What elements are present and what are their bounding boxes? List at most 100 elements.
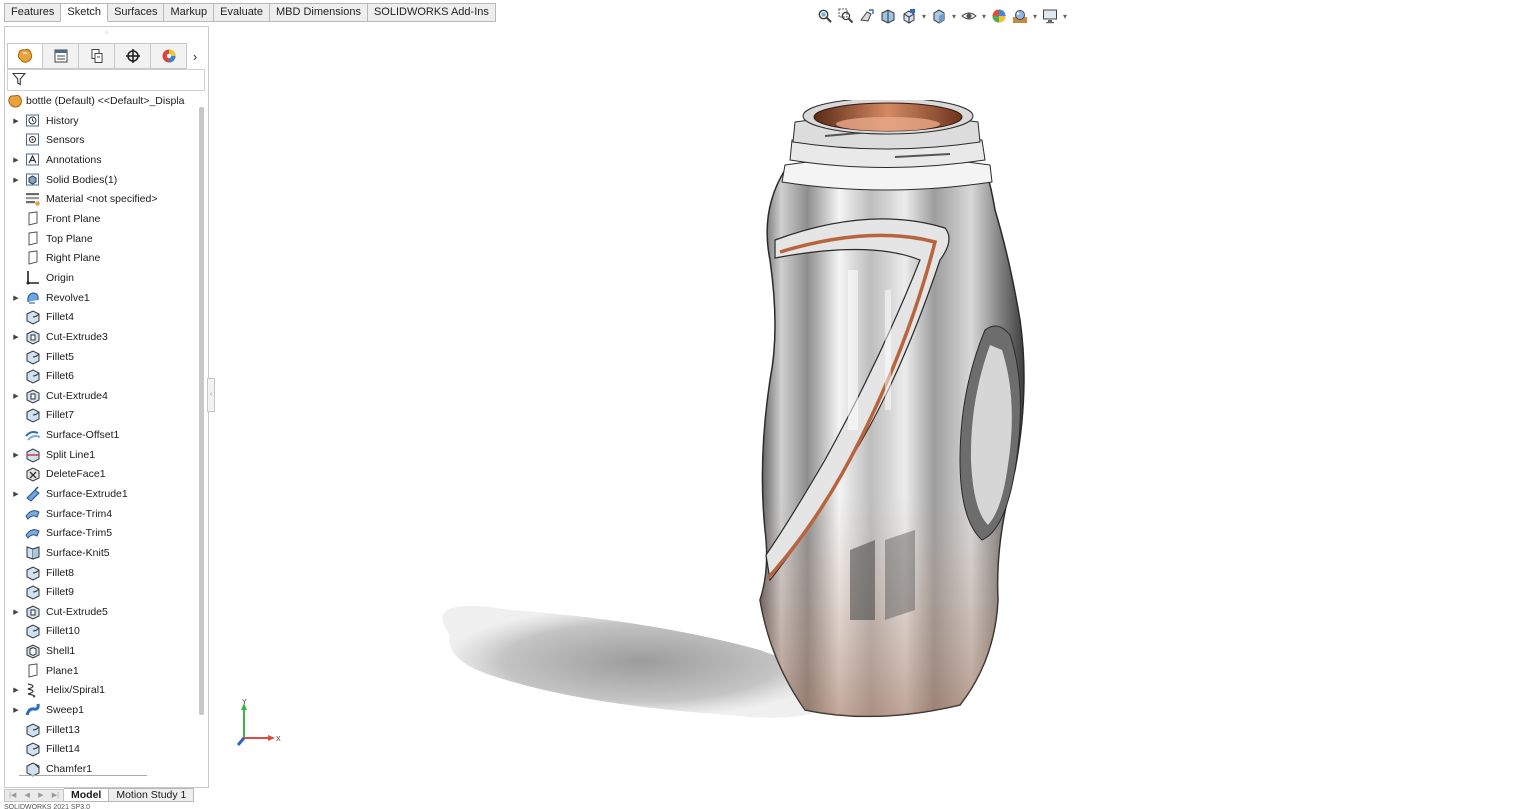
bottle-model-render[interactable] <box>430 100 1050 730</box>
expand-spacer <box>7 191 25 207</box>
next-tab-icon[interactable]: ▶ <box>38 791 43 799</box>
apply-scene-icon[interactable] <box>1010 6 1030 26</box>
displaymanager-tab[interactable] <box>151 43 187 69</box>
first-tab-icon[interactable]: |◀ <box>9 791 16 799</box>
tree-item-plane1[interactable]: Plane1 <box>7 661 199 681</box>
tab-evaluate[interactable]: Evaluate <box>214 3 270 22</box>
expand-arrow-icon[interactable]: ▶ <box>7 113 25 129</box>
expand-spacer <box>7 506 25 522</box>
dimxpertmanager-tab[interactable] <box>115 43 151 69</box>
view-settings-caret-icon[interactable]: ▾ <box>1061 6 1069 26</box>
zoom-to-fit-icon[interactable] <box>815 6 835 26</box>
tree-item-solid-bodies-1[interactable]: ▶ Solid Bodies(1) <box>7 170 199 190</box>
expand-arrow-icon[interactable]: ▶ <box>7 682 25 698</box>
tree-item-surface-offset1[interactable]: Surface-Offset1 <box>7 425 199 445</box>
tab-motion-study-1[interactable]: Motion Study 1 <box>109 788 195 802</box>
triad-y-label: Y <box>242 699 247 706</box>
history-icon <box>25 113 41 129</box>
tree-item-top-plane[interactable]: Top Plane <box>7 229 199 249</box>
tree-item-label: Fillet4 <box>46 311 75 324</box>
tree-item-origin[interactable]: Origin <box>7 268 199 288</box>
tree-item-surface-trim4[interactable]: Surface-Trim4 <box>7 504 199 524</box>
command-manager-tabs: Features Sketch Surfaces Markup Evaluate MBD … <box>4 3 496 22</box>
display-style-icon[interactable] <box>929 6 949 26</box>
apply-scene-caret-icon[interactable]: ▾ <box>1031 6 1039 26</box>
part-root-node[interactable]: bottle (Default) <<Default>_Displa <box>7 93 184 109</box>
tab-model[interactable]: Model <box>64 788 110 802</box>
split-line-icon <box>25 447 41 463</box>
panel-grip-icon[interactable]: ◦ <box>5 27 208 41</box>
expand-arrow-icon[interactable]: ▶ <box>7 290 25 306</box>
tree-item-revolve1[interactable]: ▶ Revolve1 <box>7 288 199 308</box>
tree-item-label: Cut-Extrude4 <box>46 389 108 402</box>
prev-tab-icon[interactable]: ◀ <box>25 791 30 799</box>
configurationmanager-tab[interactable] <box>79 43 115 69</box>
tree-item-shell1[interactable]: Shell1 <box>7 641 199 661</box>
tab-mbd-dimensions[interactable]: MBD Dimensions <box>269 3 368 22</box>
display-style-caret-icon[interactable]: ▾ <box>950 6 958 26</box>
view-orientation-icon[interactable] <box>899 6 919 26</box>
tree-item-helix-spiral1[interactable]: ▶ Helix/Spiral1 <box>7 681 199 701</box>
tree-item-front-plane[interactable]: Front Plane <box>7 209 199 229</box>
tree-item-split-line1[interactable]: ▶ Split Line1 <box>7 445 199 465</box>
tree-item-surface-knit5[interactable]: Surface-Knit5 <box>7 543 199 563</box>
propertymanager-tab[interactable] <box>43 43 79 69</box>
tree-item-annotations[interactable]: ▶ Annotations <box>7 150 199 170</box>
view-orientation-caret-icon[interactable]: ▾ <box>920 6 928 26</box>
tab-surfaces[interactable]: Surfaces <box>108 3 165 22</box>
tree-item-fillet6[interactable]: Fillet6 <box>7 366 199 386</box>
tree-item-fillet14[interactable]: Fillet14 <box>7 740 199 760</box>
tree-item-label: Fillet13 <box>46 723 80 736</box>
expand-arrow-icon[interactable]: ▶ <box>7 604 25 620</box>
tree-item-fillet7[interactable]: Fillet7 <box>7 406 199 426</box>
featuremanager-tab[interactable] <box>7 43 43 69</box>
last-tab-icon[interactable]: ▶| <box>52 791 59 799</box>
tree-item-label: Solid Bodies(1) <box>46 173 118 186</box>
tree-item-cut-extrude3[interactable]: ▶ Cut-Extrude3 <box>7 327 199 347</box>
view-settings-icon[interactable] <box>1040 6 1060 26</box>
more-tabs-chevron-icon[interactable]: › <box>187 43 203 69</box>
tree-item-cut-extrude4[interactable]: ▶ Cut-Extrude4 <box>7 386 199 406</box>
tree-item-fillet5[interactable]: Fillet5 <box>7 347 199 367</box>
expand-arrow-icon[interactable]: ▶ <box>7 152 25 168</box>
expand-arrow-icon[interactable]: ▶ <box>7 388 25 404</box>
tab-markup[interactable]: Markup <box>164 3 215 22</box>
tree-item-fillet13[interactable]: Fillet13 <box>7 720 199 740</box>
tab-features[interactable]: Features <box>4 3 62 22</box>
tree-filter[interactable] <box>7 69 205 91</box>
tab-scroll-arrows[interactable]: |◀ ◀ ▶ ▶| <box>4 788 64 802</box>
expand-arrow-icon[interactable]: ▶ <box>7 447 25 463</box>
tree-item-fillet9[interactable]: Fillet9 <box>7 582 199 602</box>
tree-item-label: Surface-Trim4 <box>46 507 113 520</box>
tree-item-deleteface1[interactable]: DeleteFace1 <box>7 465 199 485</box>
tree-item-label: Sweep1 <box>46 704 84 717</box>
tree-item-fillet8[interactable]: Fillet8 <box>7 563 199 583</box>
zoom-to-area-icon[interactable] <box>836 6 856 26</box>
expand-arrow-icon[interactable]: ▶ <box>7 486 25 502</box>
tab-solidworks-add-ins[interactable]: SOLIDWORKS Add-Ins <box>367 3 496 22</box>
panel-collapse-handle[interactable]: ‹ <box>207 378 215 412</box>
tree-item-fillet10[interactable]: Fillet10 <box>7 622 199 642</box>
edit-appearance-icon[interactable] <box>989 6 1009 26</box>
rollback-bar[interactable] <box>19 775 147 776</box>
expand-arrow-icon[interactable]: ▶ <box>7 172 25 188</box>
tree-item-sensors[interactable]: Sensors <box>7 131 199 151</box>
tree-item-material-not-specified[interactable]: Material <not specified> <box>7 190 199 210</box>
tree-scrollbar[interactable] <box>199 107 204 715</box>
expand-arrow-icon[interactable]: ▶ <box>7 329 25 345</box>
tree-item-surface-trim5[interactable]: Surface-Trim5 <box>7 523 199 543</box>
section-view-icon[interactable] <box>878 6 898 26</box>
tree-item-right-plane[interactable]: Right Plane <box>7 248 199 268</box>
tab-sketch[interactable]: Sketch <box>61 3 109 22</box>
solid-body-icon <box>25 172 41 188</box>
tree-item-history[interactable]: ▶ History <box>7 111 199 131</box>
expand-arrow-icon[interactable]: ▶ <box>7 702 25 718</box>
hide-show-caret-icon[interactable]: ▾ <box>980 6 988 26</box>
hide-show-items-icon[interactable] <box>959 6 979 26</box>
previous-view-icon[interactable] <box>857 6 877 26</box>
expand-spacer <box>7 466 25 482</box>
tree-item-sweep1[interactable]: ▶ Sweep1 <box>7 700 199 720</box>
tree-item-surface-extrude1[interactable]: ▶ Surface-Extrude1 <box>7 484 199 504</box>
tree-item-cut-extrude5[interactable]: ▶ Cut-Extrude5 <box>7 602 199 622</box>
tree-item-fillet4[interactable]: Fillet4 <box>7 307 199 327</box>
